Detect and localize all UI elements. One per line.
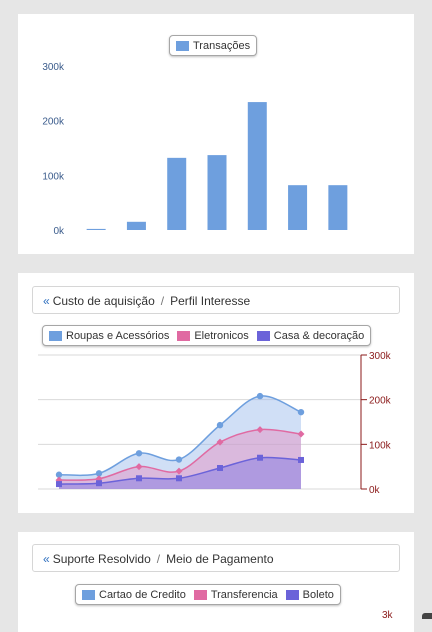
legend-item-boleto[interactable]: Boleto [285,588,334,601]
data-point [175,456,183,463]
data-point [135,450,143,457]
y-tick-label: 3k [382,610,393,621]
payment-legend[interactable]: Cartao de Credito Transferencia Boleto [75,584,341,605]
y-tick-label: 200k [42,117,65,128]
legend-item-transferencia[interactable]: Transferencia [193,588,278,601]
data-point [96,480,102,487]
data-point [216,421,224,429]
bar [126,221,146,230]
data-point [256,392,264,400]
y-tick-label: 100k [42,171,65,182]
breadcrumb-link-suporte[interactable]: Suporte Resolvido [53,552,151,566]
legend-label: Boleto [302,588,334,601]
breadcrumb: «Suporte Resolvido / Meio de Pagamento [32,544,400,572]
y-tick-label: 0k [369,485,381,496]
support-card: «Suporte Resolvido / Meio de Pagamento Car… [18,532,414,632]
legend-label: Transferencia [210,588,278,601]
transactions-card: Transações 0k 100k 200k 300k [18,14,414,254]
y-tick-label: 300k [42,62,65,73]
y-tick-label: 200k [369,396,392,407]
acquisition-area-chart: 0k 100k 200k 300k [38,351,392,496]
y-tick-label: 0k [53,226,65,237]
legend-swatch-icon [285,589,299,600]
transactions-bar-chart: 0k 100k 200k 300k [42,62,348,237]
bar [207,155,227,230]
y-tick-label: 300k [369,351,392,362]
breadcrumb-separator: / [156,552,161,566]
y-tick-label: 100k [369,440,392,451]
data-point [56,481,62,488]
legend-label: Cartao de Credito [99,588,186,601]
legend-swatch-icon [193,589,207,600]
data-point [217,465,223,472]
scrollbar-thumb[interactable] [422,613,432,619]
breadcrumb-current: Meio de Pagamento [166,552,274,566]
breadcrumb-back-icon[interactable]: « [43,552,50,566]
data-point [136,475,142,482]
data-point [176,475,182,482]
bar [247,102,267,230]
bar [288,185,308,230]
legend-item-cartao[interactable]: Cartao de Credito [82,589,186,601]
data-point [257,454,263,461]
data-point [297,408,305,416]
bar [328,185,348,230]
legend-swatch-icon [82,589,95,600]
bar [86,228,106,230]
bar [167,157,187,230]
acquisition-cost-card: «Custo de aquisição / Perfil Interesse Rou… [18,273,414,513]
data-point [298,456,304,463]
